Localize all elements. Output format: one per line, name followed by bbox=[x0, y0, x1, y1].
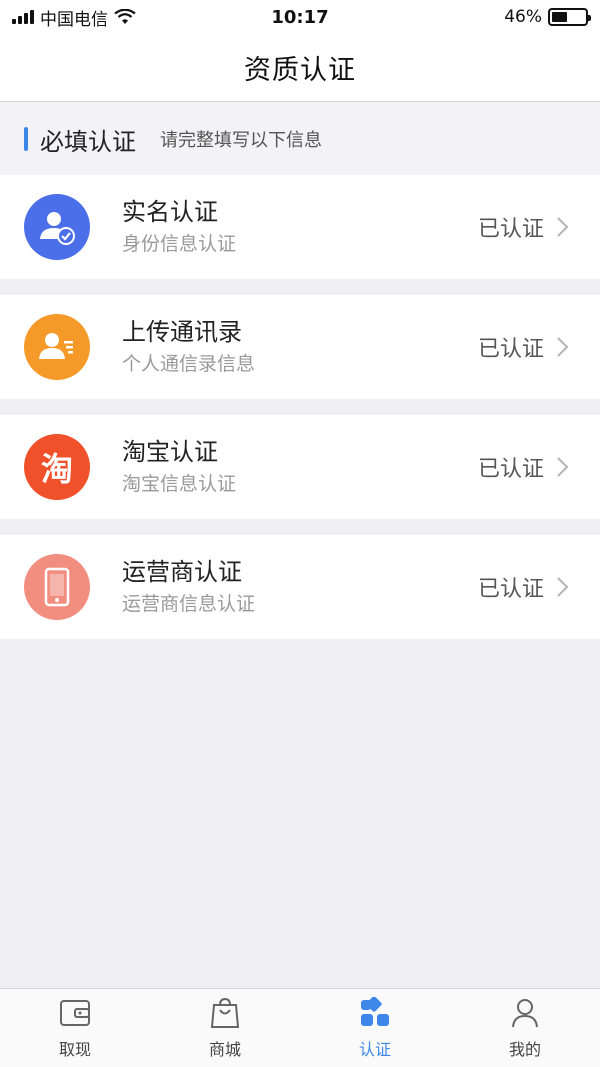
status-label: 已认证 bbox=[477, 457, 544, 482]
grid-icon bbox=[358, 996, 392, 1030]
tab-withdraw[interactable]: 取现 bbox=[0, 989, 150, 1067]
section-accent-bar bbox=[24, 127, 28, 151]
battery-level bbox=[552, 12, 567, 22]
item-title: 淘宝认证 bbox=[122, 438, 218, 466]
item-subtitle: 身份信息认证 bbox=[122, 233, 237, 255]
tab-mine[interactable]: 我的 bbox=[450, 989, 600, 1067]
status-label: 已认证 bbox=[477, 577, 544, 602]
status-label: 已认证 bbox=[477, 337, 544, 362]
verification-item-contacts[interactable]: 上传通讯录 个人通信录信息 已认证 bbox=[0, 295, 600, 399]
item-subtitle: 运营商信息认证 bbox=[122, 593, 256, 615]
nav-bar: 资质认证 bbox=[0, 34, 600, 102]
status-bar: 中国电信 10:17 46% bbox=[0, 0, 600, 34]
status-time: 10:17 bbox=[271, 6, 329, 28]
status-label: 已认证 bbox=[477, 217, 544, 242]
chevron-right-icon bbox=[556, 576, 570, 598]
tab-label: 认证 bbox=[358, 1040, 391, 1059]
carrier-label: 中国电信 bbox=[40, 9, 108, 30]
tab-verify[interactable]: 认证 bbox=[300, 989, 450, 1067]
chevron-right-icon bbox=[556, 336, 570, 358]
chevron-right-icon bbox=[556, 456, 570, 478]
wallet-icon bbox=[58, 996, 92, 1030]
chevron-right-icon bbox=[556, 216, 570, 238]
verification-list: 实名认证 身份信息认证 已认证 上传通讯录 个人通信录信息 已认证 淘 淘宝认证… bbox=[0, 175, 600, 655]
item-subtitle: 个人通信录信息 bbox=[122, 353, 256, 375]
item-title: 实名认证 bbox=[122, 198, 218, 226]
tab-bar: 取现 商城 认证 我的 bbox=[0, 988, 600, 1067]
verification-item-carrier[interactable]: 运营商认证 运营商信息认证 已认证 bbox=[0, 535, 600, 639]
taobao-icon: 淘 bbox=[24, 434, 90, 500]
page-title: 资质认证 bbox=[244, 55, 356, 86]
shopping-bag-icon bbox=[208, 996, 242, 1030]
battery-percent: 46% bbox=[504, 7, 542, 27]
user-icon bbox=[508, 996, 542, 1030]
item-title: 上传通讯录 bbox=[122, 318, 242, 346]
verification-item-taobao[interactable]: 淘 淘宝认证 淘宝信息认证 已认证 bbox=[0, 415, 600, 519]
mobile-phone-icon bbox=[24, 554, 90, 620]
tab-label: 取现 bbox=[58, 1040, 91, 1059]
section-header: 必填认证 请完整填写以下信息 bbox=[0, 103, 600, 175]
signal-icon bbox=[12, 10, 34, 24]
battery-icon bbox=[548, 8, 591, 26]
item-title: 运营商认证 bbox=[122, 558, 242, 586]
item-subtitle: 淘宝信息认证 bbox=[122, 473, 237, 495]
identity-check-icon bbox=[24, 194, 90, 260]
tab-label: 我的 bbox=[508, 1040, 541, 1059]
tab-mall[interactable]: 商城 bbox=[150, 989, 300, 1067]
contacts-card-icon bbox=[24, 314, 90, 380]
wifi-icon bbox=[114, 9, 136, 24]
section-title: 必填认证 bbox=[40, 127, 136, 156]
section-subtitle: 请完整填写以下信息 bbox=[160, 130, 322, 151]
taobao-glyph: 淘 bbox=[40, 450, 73, 488]
verification-item-identity[interactable]: 实名认证 身份信息认证 已认证 bbox=[0, 175, 600, 279]
tab-label: 商城 bbox=[208, 1040, 241, 1059]
